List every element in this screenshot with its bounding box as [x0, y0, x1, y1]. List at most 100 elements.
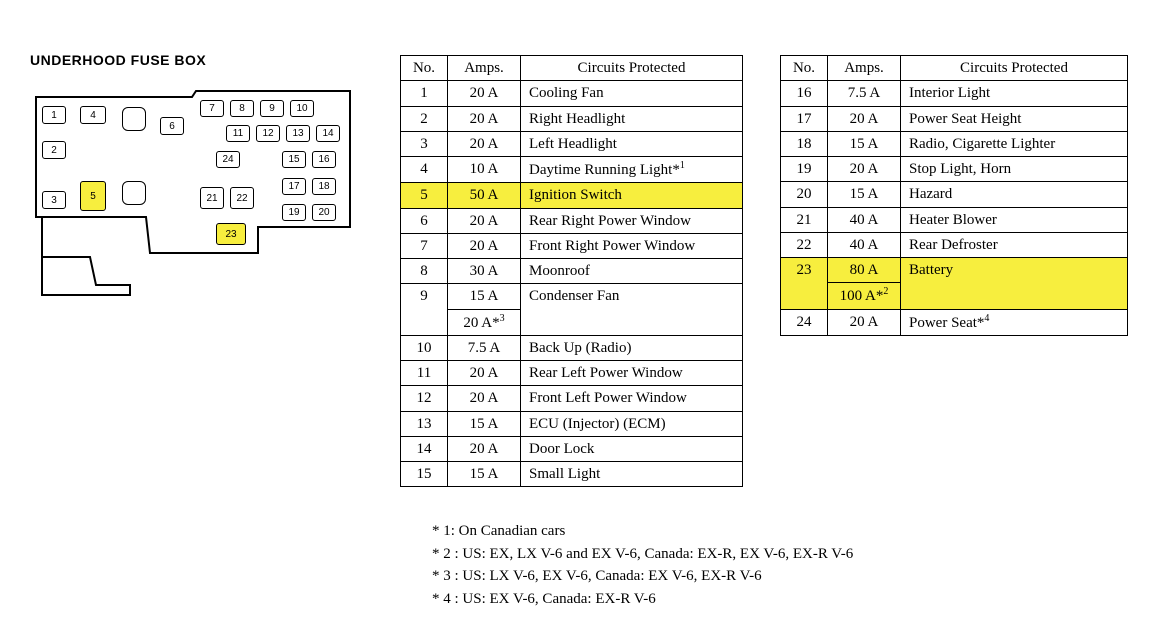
diagram-fuse-8: 8 [230, 100, 254, 117]
table-row: 1515 ASmall Light [401, 462, 743, 487]
cell-no: 15 [401, 462, 448, 487]
footnote-line: * 4 : US: EX V-6, Canada: EX-R V-6 [432, 588, 853, 611]
cell-no: 24 [781, 309, 828, 335]
cell-circuit: Power Seat Height [901, 106, 1128, 131]
cell-amps: 20 A [828, 309, 901, 335]
page-title: UNDERHOOD FUSE BOX [30, 52, 206, 68]
cell-no: 9 [401, 284, 448, 336]
cell-no: 12 [401, 386, 448, 411]
table-row: 1220 AFront Left Power Window [401, 386, 743, 411]
diagram-fuse-21: 21 [200, 187, 224, 209]
fuse-box-diagram: 123456789101112131424151617182122192023 [30, 85, 365, 305]
cell-circuit: Radio, Cigarette Lighter [901, 131, 1128, 156]
cell-no: 16 [781, 81, 828, 106]
diagram-fuse-23: 23 [216, 223, 246, 245]
diagram-fuse-10: 10 [290, 100, 314, 117]
diagram-fuse-4: 4 [80, 106, 106, 124]
cell-circuit: Heater Blower [901, 207, 1128, 232]
cell-circuit: Moonroof [521, 259, 743, 284]
footnotes: * 1: On Canadian cars* 2 : US: EX, LX V-… [432, 520, 853, 610]
cell-amps: 40 A [828, 232, 901, 257]
table-row: 1815 ARadio, Cigarette Lighter [781, 131, 1128, 156]
cell-no: 1 [401, 81, 448, 106]
cell-circuit: Small Light [521, 462, 743, 487]
diagram-fuse-9: 9 [260, 100, 284, 117]
cell-no: 14 [401, 436, 448, 461]
table-row: 1420 ADoor Lock [401, 436, 743, 461]
cell-no: 13 [401, 411, 448, 436]
diagram-fuse-22: 22 [230, 187, 254, 209]
table-row: 320 ALeft Headlight [401, 131, 743, 156]
cell-no: 22 [781, 232, 828, 257]
cell-amps: 15 A [828, 182, 901, 207]
diagram-fuse-2: 2 [42, 141, 66, 159]
cell-circuit: Power Seat*4 [901, 309, 1128, 335]
col-circuits: Circuits Protected [521, 56, 743, 81]
diagram-fuse-20: 20 [312, 204, 336, 221]
cell-no: 4 [401, 157, 448, 183]
cell-circuit: Condenser Fan [521, 284, 743, 336]
cell-circuit: ECU (Injector) (ECM) [521, 411, 743, 436]
cell-circuit: Front Right Power Window [521, 233, 743, 258]
cell-amps: 10 A [448, 157, 521, 183]
diagram-fuse-15: 15 [282, 151, 306, 168]
diagram-fuse-16: 16 [312, 151, 336, 168]
table-row: 2240 ARear Defroster [781, 232, 1128, 257]
cell-no: 2 [401, 106, 448, 131]
cell-amps: 7.5 A [828, 81, 901, 106]
cell-circuit: Rear Right Power Window [521, 208, 743, 233]
cell-amps: 50 A [448, 183, 521, 208]
table-row: 2140 AHeater Blower [781, 207, 1128, 232]
cell-circuit: Daytime Running Light*1 [521, 157, 743, 183]
cell-circuit: Rear Defroster [901, 232, 1128, 257]
cell-amps: 20 A [448, 81, 521, 106]
col-no: No. [401, 56, 448, 81]
diagram-fuse-7: 7 [200, 100, 224, 117]
table-row: 1315 AECU (Injector) (ECM) [401, 411, 743, 436]
table-row: 1920 AStop Light, Horn [781, 157, 1128, 182]
cell-amps: 20 A*3 [448, 309, 521, 335]
diagram-slot-blank [122, 181, 146, 205]
diagram-fuse-19: 19 [282, 204, 306, 221]
col-amps: Amps. [448, 56, 521, 81]
cell-circuit: Hazard [901, 182, 1128, 207]
table-row: 620 ARear Right Power Window [401, 208, 743, 233]
diagram-fuse-18: 18 [312, 178, 336, 195]
diagram-fuse-17: 17 [282, 178, 306, 195]
cell-no: 21 [781, 207, 828, 232]
col-amps: Amps. [828, 56, 901, 81]
fuse-table-2: No. Amps. Circuits Protected 167.5 AInte… [780, 55, 1128, 336]
cell-amps: 20 A [448, 361, 521, 386]
cell-circuit: Stop Light, Horn [901, 157, 1128, 182]
cell-circuit: Ignition Switch [521, 183, 743, 208]
col-no: No. [781, 56, 828, 81]
cell-no: 8 [401, 259, 448, 284]
cell-circuit: Interior Light [901, 81, 1128, 106]
table-row: 2420 APower Seat*4 [781, 309, 1128, 335]
table-row: 830 AMoonroof [401, 259, 743, 284]
footnote-line: * 3 : US: LX V-6, EX V-6, Canada: EX V-6… [432, 565, 853, 588]
diagram-fuse-24: 24 [216, 151, 240, 168]
cell-circuit: Battery [901, 258, 1128, 310]
table-row: 410 ADaytime Running Light*1 [401, 157, 743, 183]
cell-amps: 20 A [828, 106, 901, 131]
cell-amps: 15 A [828, 131, 901, 156]
cell-no: 17 [781, 106, 828, 131]
col-circuits: Circuits Protected [901, 56, 1128, 81]
cell-amps: 20 A [448, 131, 521, 156]
diagram-fuse-6: 6 [160, 117, 184, 135]
footnote-line: * 1: On Canadian cars [432, 520, 853, 543]
cell-amps: 20 A [448, 386, 521, 411]
diagram-fuse-14: 14 [316, 125, 340, 142]
diagram-fuse-1: 1 [42, 106, 66, 124]
cell-amps: 20 A [448, 233, 521, 258]
cell-amps: 20 A [448, 208, 521, 233]
cell-no: 18 [781, 131, 828, 156]
diagram-slot-blank [122, 107, 146, 131]
cell-no: 6 [401, 208, 448, 233]
cell-no: 5 [401, 183, 448, 208]
cell-no: 23 [781, 258, 828, 310]
table-row: 1720 APower Seat Height [781, 106, 1128, 131]
table-row: 107.5 ABack Up (Radio) [401, 335, 743, 360]
table-row: 2015 AHazard [781, 182, 1128, 207]
